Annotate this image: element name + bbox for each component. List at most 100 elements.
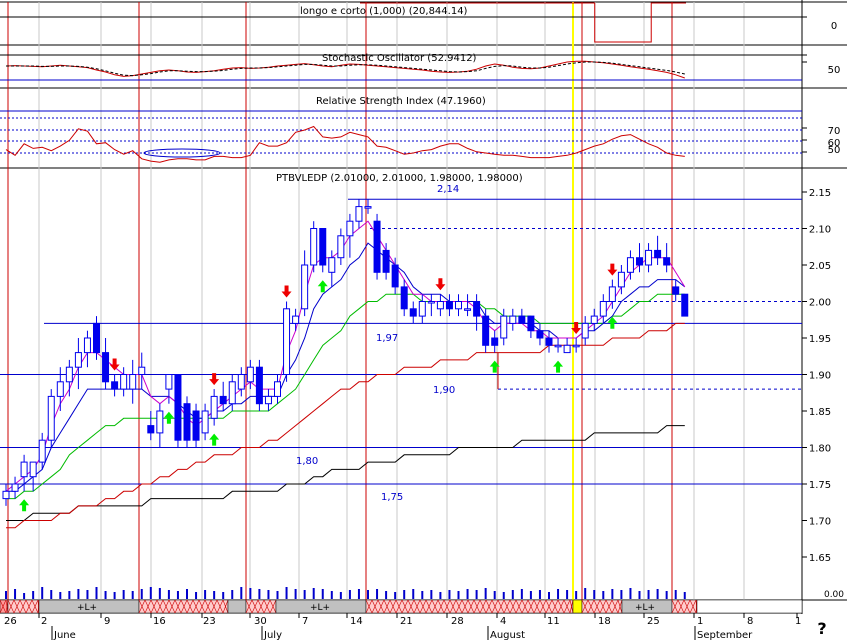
candle-up xyxy=(83,337,91,354)
candle-up xyxy=(599,301,607,317)
candle-down xyxy=(111,381,119,390)
month-label-june: June xyxy=(53,630,76,641)
candle-up xyxy=(455,301,462,310)
price-tick-label: 1.65 xyxy=(809,553,831,564)
price-tick-label: 1.70 xyxy=(809,517,831,528)
strip-segment xyxy=(581,599,623,614)
day-label: 2 xyxy=(41,616,47,627)
candle-up xyxy=(138,366,146,376)
price-tick-label: 1.75 xyxy=(809,480,831,491)
candle-up xyxy=(608,286,616,302)
candle-up xyxy=(500,315,508,339)
candle-down xyxy=(174,374,182,441)
price-tick-label: 2.10 xyxy=(809,225,831,236)
candle-down xyxy=(192,410,200,441)
month-label-september: September xyxy=(697,630,753,641)
candle-up xyxy=(201,410,209,434)
candle-up xyxy=(246,366,254,383)
price-tick-label: 1.90 xyxy=(809,371,831,382)
candle-up xyxy=(310,228,318,266)
candle-down xyxy=(319,228,327,266)
chart-background xyxy=(0,0,847,600)
month-label-july: July xyxy=(263,630,282,641)
day-label: 1 xyxy=(697,616,703,627)
price-tick-label: 1.85 xyxy=(809,407,831,418)
candle-up xyxy=(418,301,426,317)
day-label: 21 xyxy=(400,616,413,627)
rsi-title: Relative Strength Index (47.1960) xyxy=(316,96,486,107)
candle-down xyxy=(400,286,408,310)
level-label-197: 1,97 xyxy=(376,333,398,344)
day-label: 9 xyxy=(104,616,110,627)
candle-up xyxy=(74,352,82,368)
candle-down xyxy=(672,286,680,295)
day-label: 1 xyxy=(795,616,801,627)
day-label: 11 xyxy=(547,616,560,627)
price-tick-label: 2.00 xyxy=(809,298,831,309)
strip-segment xyxy=(696,599,803,614)
candle-up xyxy=(509,315,517,324)
candle-up xyxy=(346,220,354,237)
candle-up xyxy=(292,315,300,324)
candle-up xyxy=(237,374,245,390)
candle-up xyxy=(129,374,137,390)
level-label-175: 1,75 xyxy=(381,492,403,503)
top-panel-title: longo e corto (1,000) (20,844.14) xyxy=(300,6,468,17)
candle-up xyxy=(554,344,562,348)
level-label-214: 2,14 xyxy=(437,184,459,195)
candle-down xyxy=(491,337,499,346)
candle-up xyxy=(328,257,336,273)
day-label: 26 xyxy=(4,616,17,627)
candle-down xyxy=(527,315,535,332)
candle-down xyxy=(445,301,453,310)
candle-down xyxy=(482,315,490,346)
price-tick-label: 1.80 xyxy=(809,444,831,455)
top-tick-0: 0 xyxy=(831,21,837,32)
strip-segment xyxy=(7,599,40,614)
candle-down xyxy=(373,220,381,273)
candle-up xyxy=(29,461,37,478)
strip-segment xyxy=(227,599,247,614)
candle-up xyxy=(210,395,218,419)
candle-up xyxy=(337,235,345,259)
candle-down xyxy=(219,395,227,405)
price-tick-label: 2.05 xyxy=(809,261,831,272)
price-tick-label: 1.95 xyxy=(809,334,831,345)
strip-label-3: +L+ xyxy=(635,603,655,613)
rsi-tick-50: 50 xyxy=(828,145,841,156)
day-label: 16 xyxy=(153,616,166,627)
candle-down xyxy=(147,425,155,434)
candle-down xyxy=(255,366,263,405)
help-icon[interactable]: ? xyxy=(817,619,826,638)
stoch-tick-50: 50 xyxy=(828,65,841,76)
candle-down xyxy=(409,308,417,317)
candle-up xyxy=(165,374,173,390)
candle-up xyxy=(47,395,55,441)
day-label: 28 xyxy=(451,616,464,627)
day-label: 25 xyxy=(647,616,660,627)
candle-up xyxy=(65,366,73,383)
candle-up xyxy=(464,308,472,311)
candle-down xyxy=(518,315,526,324)
candle-up xyxy=(2,490,10,500)
candle-down xyxy=(545,337,553,346)
rsi-tick-70: 70 xyxy=(828,126,841,137)
candle-up xyxy=(626,257,634,273)
candle-up xyxy=(11,483,19,492)
candle-up xyxy=(590,315,598,324)
candle-down xyxy=(473,301,481,317)
candle-up xyxy=(617,271,625,288)
candle-down xyxy=(636,257,643,266)
volume-tick: 0.00 xyxy=(824,590,844,600)
candle-down xyxy=(391,264,399,288)
level-label-190: 1,90 xyxy=(433,385,455,396)
candle-up xyxy=(38,439,46,463)
day-label: 8 xyxy=(747,616,753,627)
candle-up xyxy=(56,381,64,397)
candle-up xyxy=(274,381,281,397)
day-label: 30 xyxy=(254,616,267,627)
candle-down xyxy=(536,330,544,339)
day-label: 4 xyxy=(500,616,506,627)
day-label: 7 xyxy=(302,616,308,627)
candle-up xyxy=(20,461,28,478)
